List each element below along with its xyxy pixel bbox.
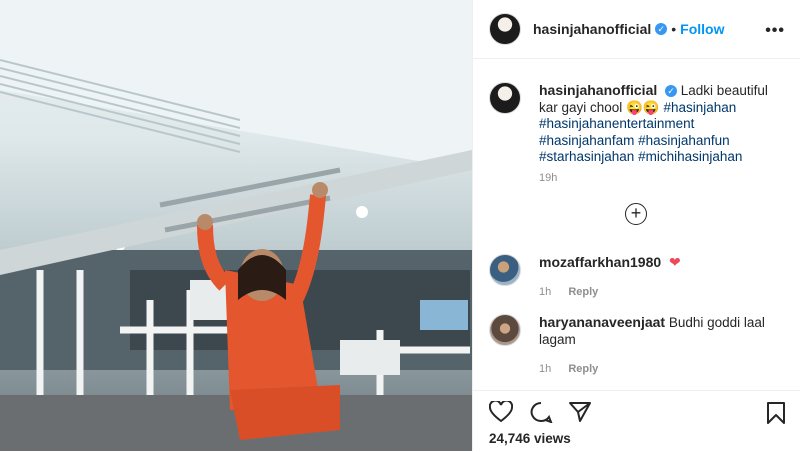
comment-time[interactable]: 1h [539, 286, 551, 298]
verified-icon: ✓ [665, 85, 678, 98]
post-side-panel: hasinjahanofficial ✓ • Follow ••• hasinj… [472, 0, 800, 451]
comment-item: mozaffarkhan1980 ❤ 1h Reply [489, 254, 681, 301]
author-username[interactable]: hasinjahanofficial [533, 21, 651, 37]
heart-icon[interactable] [489, 401, 513, 423]
gym-scene [0, 0, 472, 451]
comment-icon[interactable] [529, 401, 553, 423]
author-avatar[interactable] [489, 13, 521, 45]
reply-button[interactable]: Reply [568, 363, 598, 375]
commenter-avatar[interactable] [489, 314, 521, 346]
follow-button[interactable]: Follow [680, 21, 724, 37]
commenter-username[interactable]: haryananaveenjaat [539, 314, 665, 330]
caption-username[interactable]: hasinjahanofficial [539, 82, 657, 98]
heart-emoji: ❤ [668, 254, 681, 270]
post-header: hasinjahanofficial ✓ • Follow ••• [473, 0, 800, 59]
caption-text-block: hasinjahanofficial ✓ Ladki beautiful kar… [539, 82, 789, 166]
comment-item: haryananaveenjaat Budhi goddi laal lagam… [489, 314, 779, 378]
commenter-avatar[interactable] [489, 254, 521, 286]
hashtag-link[interactable]: #hasinjahanentertainment [539, 116, 694, 131]
post-actions: 24,746 views [473, 390, 800, 452]
caption-avatar[interactable] [489, 82, 521, 114]
post-caption: hasinjahanofficial ✓ Ladki beautiful kar… [489, 82, 789, 166]
separator-dot: • [671, 21, 677, 37]
hashtag-link[interactable]: #michihasinjahan [638, 149, 742, 164]
hashtag-link[interactable]: #hasinjahanfam [539, 133, 634, 148]
share-icon[interactable] [568, 401, 592, 423]
verified-icon: ✓ [655, 23, 668, 35]
view-count[interactable]: 24,746 views [489, 431, 571, 446]
bookmark-icon[interactable] [766, 401, 786, 425]
reply-button[interactable]: Reply [568, 286, 598, 298]
commenter-username[interactable]: mozaffarkhan1980 [539, 254, 661, 270]
hashtag-link[interactable]: #starhasinjahan [539, 149, 634, 164]
caption-timestamp[interactable]: 19h [539, 172, 557, 184]
post-video[interactable] [0, 0, 472, 451]
more-options-icon[interactable]: ••• [765, 22, 785, 40]
hashtag-link[interactable]: #hasinjahan [663, 100, 736, 115]
comment-time[interactable]: 1h [539, 363, 551, 375]
load-more-icon[interactable]: + [625, 203, 647, 225]
hashtag-link[interactable]: #hasinjahanfun [638, 133, 730, 148]
